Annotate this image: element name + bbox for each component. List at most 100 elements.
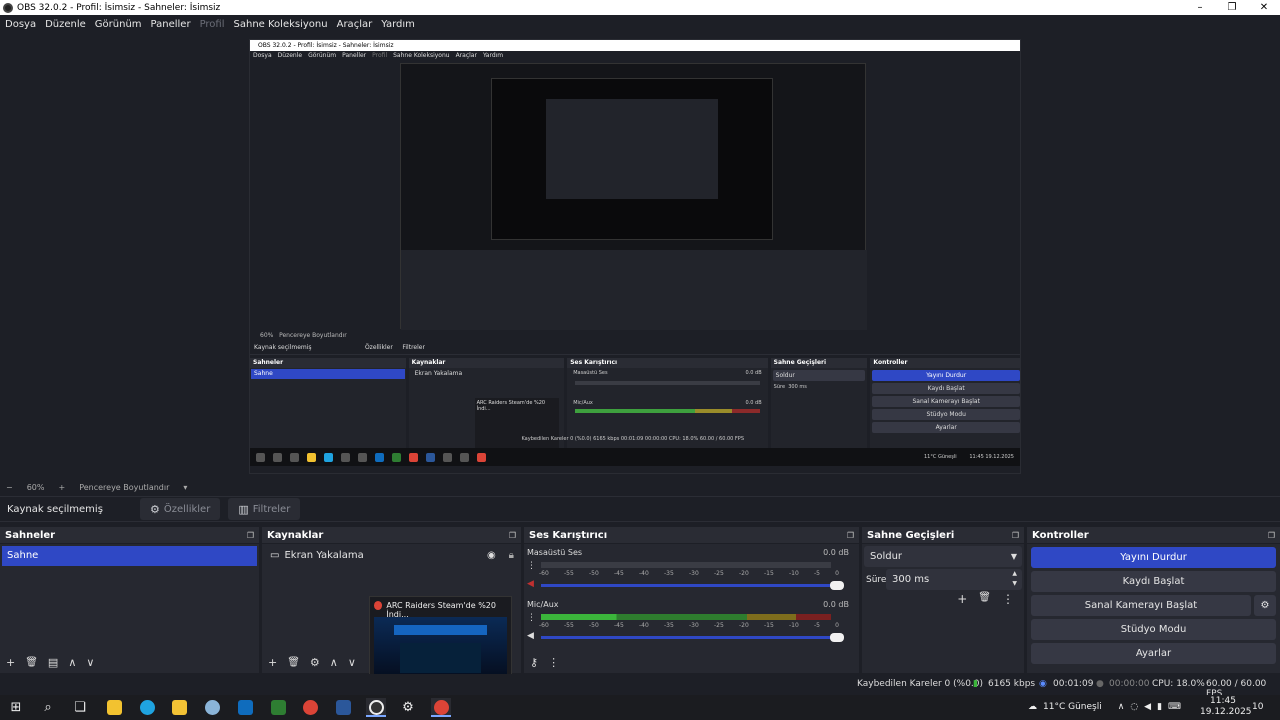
eye-icon[interactable]: ◉ [487,550,496,561]
chrome-icon[interactable] [300,698,320,717]
minimize-button[interactable]: – [1184,0,1216,15]
move-up-button[interactable]: ∧ [330,656,338,669]
chrome-profile-icon[interactable] [431,698,451,717]
transition-value: Soldur [870,551,903,562]
slider-knob[interactable] [830,633,844,642]
menu-sahne-koleksiyonu[interactable]: Sahne Koleksiyonu [234,19,328,30]
start-recording-button[interactable]: Kaydı Başlat [1031,571,1276,592]
fit-dropdown-icon[interactable]: ▾ [183,483,187,492]
menu-yardim[interactable]: Yardım [381,19,415,30]
remove-transition-button[interactable]: 🗑 [978,592,991,606]
kebab-menu-icon[interactable]: ⋮ [527,561,536,571]
studio-mode-button[interactable]: Stüdyo Modu [1031,619,1276,640]
zoom-in-button[interactable]: + [58,483,65,492]
zoom-out-button[interactable]: − [6,483,13,492]
clock[interactable]: 11:45 19.12.2025 [1200,695,1252,720]
volume-meter [541,562,831,568]
remove-source-button[interactable]: 🗑 [287,657,300,668]
undock-icon[interactable]: ❐ [1268,531,1275,540]
settings-gear-icon[interactable]: ⚙ [398,698,418,717]
volume-slider[interactable] [541,581,844,590]
controls-title: Kontroller [1032,529,1089,541]
add-source-button[interactable]: + [268,656,277,669]
filter-scene-button[interactable]: ▤ [48,656,58,669]
screen-capture-preview[interactable]: OBS 32.0.2 - Profil: İsimsiz - Sahneler:… [249,39,1021,474]
store-icon[interactable] [169,698,189,717]
source-item[interactable]: ▭ Ekran Yakalama ◉ 🔒︎ [262,544,521,566]
move-down-button[interactable]: ∨ [86,656,94,669]
capture-mic-db: 0.0 dB [745,400,762,406]
start-virtual-cam-button[interactable]: Sanal Kamerayı Başlat [1031,595,1251,616]
kebab-menu-icon[interactable]: ⋮ [527,613,536,623]
scale-tick: -25 [714,570,724,577]
fit-to-window[interactable]: Pencereye Boyutlandır [79,483,169,492]
move-up-button[interactable]: ∧ [68,656,76,669]
volume-slider[interactable] [541,633,844,642]
chevron-up-icon[interactable]: ∧ [1118,695,1125,720]
active-indicator [431,715,451,717]
task-view-icon[interactable]: ❏ [70,698,90,717]
preview-area[interactable]: OBS 32.0.2 - Profil: İsimsiz - Sahneler:… [0,33,1280,479]
transition-select[interactable]: Soldur ▼ [864,546,1022,567]
channel-name: Masaüstü Ses [527,548,583,557]
calculator-icon[interactable] [268,698,288,717]
properties-button[interactable]: ⚙ Özellikler [140,498,221,520]
menu-araclar[interactable]: Araçlar [337,19,373,30]
menu-profil[interactable]: Profil [200,19,225,30]
menu-paneller[interactable]: Paneller [151,19,191,30]
mic-icon[interactable]: ▮ [1157,695,1162,720]
word-icon[interactable] [333,698,353,717]
edge-icon[interactable] [137,698,157,717]
scenes-footer: + 🗑 ▤ ∧ ∨ [0,651,259,673]
menu-gorunum[interactable]: Görünüm [95,19,142,30]
kebab-menu-icon[interactable]: ⋮ [548,656,559,669]
outlook-icon[interactable] [235,698,255,717]
stop-stream-button[interactable]: Yayını Durdur [1031,547,1276,568]
maximize-button[interactable]: ❐ [1216,0,1248,15]
zoom-row: − 60% + Pencereye Boyutlandır ▾ [0,481,1280,493]
muted-speaker-icon[interactable]: ◀ [527,579,534,589]
duration-row: Süre 300 ms ▲ ▼ [864,569,1022,590]
kebab-menu-icon[interactable]: ⋮ [1002,592,1014,606]
remove-scene-button[interactable]: 🗑 [25,657,38,668]
speaker-icon[interactable]: ◀ [527,631,534,641]
move-down-button[interactable]: ∨ [348,656,356,669]
gear-icon[interactable]: ⚙ [1254,595,1276,616]
capture-desktop-meter [575,381,760,385]
window-titlebar: OBS 32.0.2 - Profil: İsimsiz - Sahneler:… [0,0,1280,15]
menu-dosya[interactable]: Dosya [5,19,36,30]
keyboard-icon[interactable]: ⌨ [1168,695,1181,720]
add-transition-button[interactable]: + [957,592,967,606]
undock-icon[interactable]: ❐ [509,531,516,540]
settings-button[interactable]: Ayarlar [1031,643,1276,664]
network-icon[interactable]: ◌ [1130,695,1138,720]
search-icon[interactable]: ⌕ [38,698,58,717]
spinner-icon[interactable]: ▲ ▼ [1012,569,1017,589]
menu-duzenle[interactable]: Düzenle [45,19,86,30]
system-tray: ☁ 11°C Güneşli ∧ ◌ ◀ ▮ ⌨ [1028,695,1181,720]
link-icon[interactable]: ⚷ [530,656,538,669]
lock-icon[interactable]: 🔒︎ [509,550,514,561]
capture-zoom-value: 60% [260,332,274,339]
scene-item[interactable]: Sahne [2,546,257,566]
capture-dock-controls: Kontroller Yayını Durdur Kaydı Başlat Sa… [870,358,1020,450]
volume-icon[interactable]: ◀ [1144,695,1151,720]
source-properties-button[interactable]: ⚙ [310,656,320,669]
app-icon[interactable] [202,698,222,717]
obs-icon[interactable] [366,698,386,717]
slider-knob[interactable] [830,581,844,590]
windows-start-icon[interactable]: ⊞ [6,698,26,717]
capture-duration-value: 300 ms [788,384,807,390]
undock-icon[interactable]: ❐ [847,531,854,540]
notification-icon[interactable]: 10 [1252,695,1263,720]
file-explorer-icon[interactable] [104,698,124,717]
capture-menu-item: Sahne Koleksiyonu [393,52,450,59]
add-scene-button[interactable]: + [6,656,15,669]
close-button[interactable]: ✕ [1248,0,1280,15]
scale-tick: -30 [689,570,699,577]
undock-icon[interactable]: ❐ [1012,531,1019,540]
undock-icon[interactable]: ❐ [247,531,254,540]
duration-input[interactable]: 300 ms ▲ ▼ [886,569,1022,590]
filters-button[interactable]: ▥ Filtreler [228,498,301,520]
weather[interactable]: 11°C Güneşli [1043,695,1102,720]
